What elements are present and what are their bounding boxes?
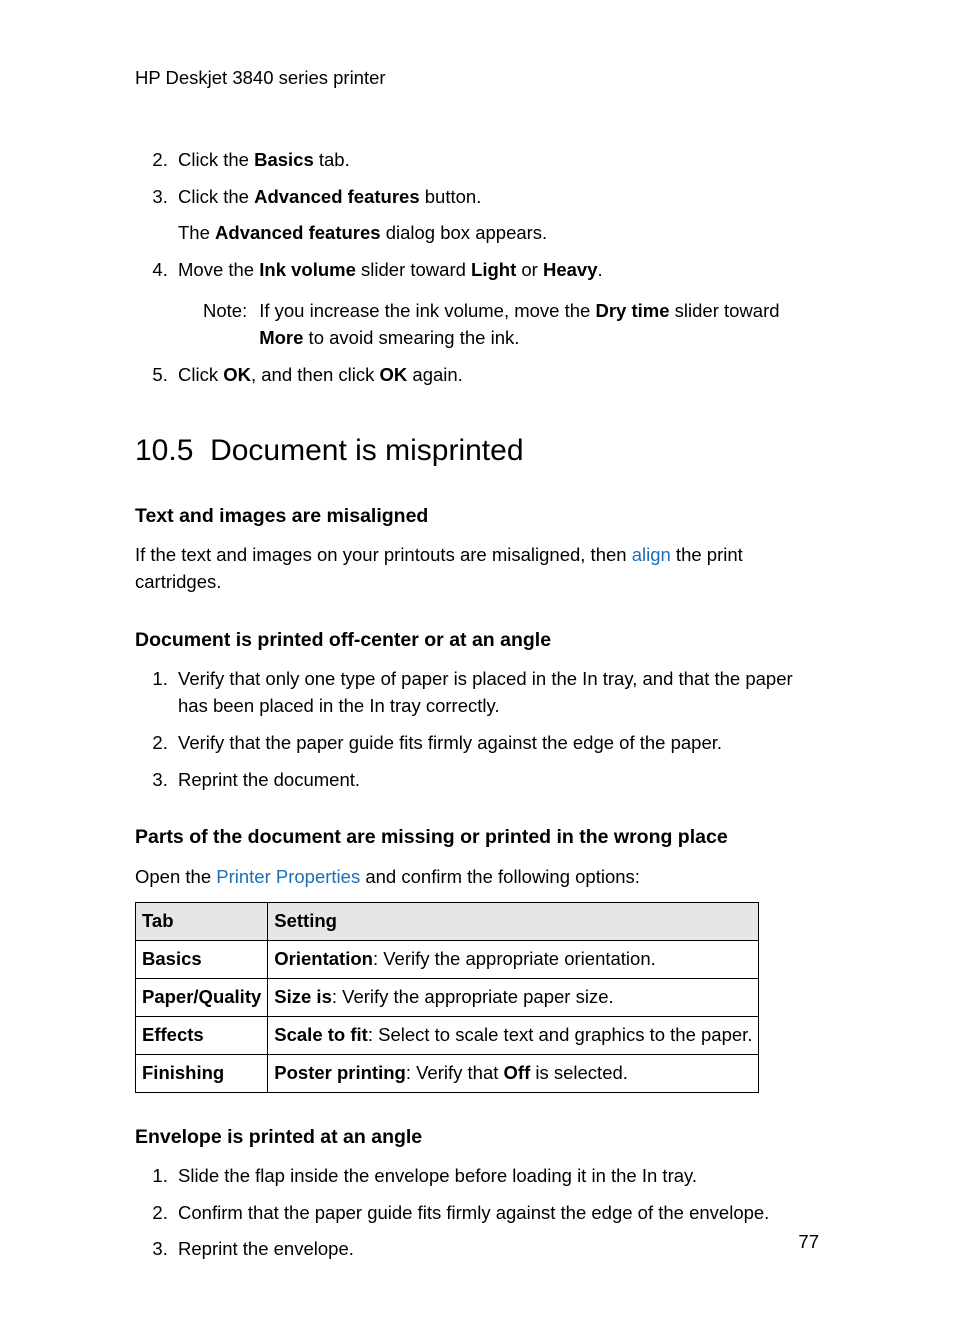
table-header-row: Tab Setting (136, 903, 759, 941)
sub1-heading: Text and images are misaligned (135, 502, 819, 530)
list-item: Verify that only one type of paper is pl… (173, 666, 819, 720)
list-item: Reprint the document. (173, 767, 819, 794)
settings-table: Tab Setting Basics Orientation: Verify t… (135, 902, 759, 1092)
sub3-text: Open the Printer Properties and confirm … (135, 864, 819, 891)
section-heading: 10.5 Document is misprinted (135, 429, 819, 473)
table-row: Finishing Poster printing: Verify that O… (136, 1054, 759, 1092)
table-row: Effects Scale to fit: Select to scale te… (136, 1016, 759, 1054)
list-item: Slide the flap inside the envelope befor… (173, 1163, 819, 1190)
step-5: Click OK, and then click OK again. (173, 362, 819, 389)
list-item: Reprint the envelope. (173, 1236, 819, 1263)
step-3: Click the Advanced features button. The … (173, 184, 819, 248)
table-row: Basics Orientation: Verify the appropria… (136, 941, 759, 979)
sub3-heading: Parts of the document are missing or pri… (135, 823, 819, 851)
step-2: Click the Basics tab. (173, 147, 819, 174)
list-item: Confirm that the paper guide fits firmly… (173, 1200, 819, 1227)
sub1-text: If the text and images on your printouts… (135, 542, 819, 596)
sub2-heading: Document is printed off-center or at an … (135, 626, 819, 654)
printer-properties-link[interactable]: Printer Properties (216, 866, 360, 887)
page-header: HP Deskjet 3840 series printer (135, 65, 819, 92)
step-3-sub: The Advanced features dialog box appears… (178, 220, 819, 247)
sub4-heading: Envelope is printed at an angle (135, 1123, 819, 1151)
list-item: Verify that the paper guide fits firmly … (173, 730, 819, 757)
top-steps-list: Click the Basics tab. Click the Advanced… (135, 147, 819, 389)
sub4-list: Slide the flap inside the envelope befor… (135, 1163, 819, 1263)
page-number: 77 (798, 1229, 819, 1256)
align-link[interactable]: align (632, 544, 671, 565)
step-4: Move the Ink volume slider toward Light … (173, 257, 819, 351)
sub2-list: Verify that only one type of paper is pl… (135, 666, 819, 793)
table-header-tab: Tab (136, 903, 268, 941)
table-header-setting: Setting (268, 903, 759, 941)
table-row: Paper/Quality Size is: Verify the approp… (136, 979, 759, 1017)
step-4-note: Note: If you increase the ink volume, mo… (203, 298, 819, 352)
